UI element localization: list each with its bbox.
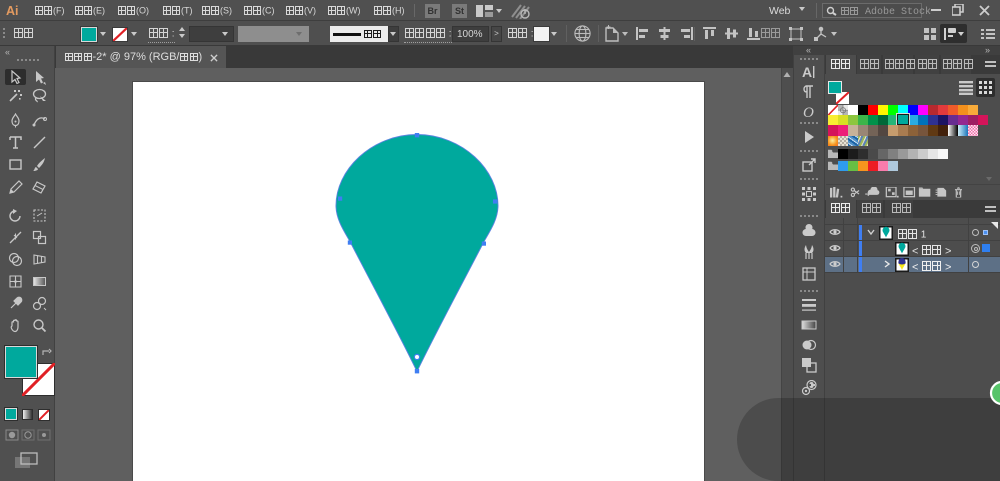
svg-text:A: A — [802, 64, 812, 80]
svg-text:O: O — [803, 105, 814, 119]
